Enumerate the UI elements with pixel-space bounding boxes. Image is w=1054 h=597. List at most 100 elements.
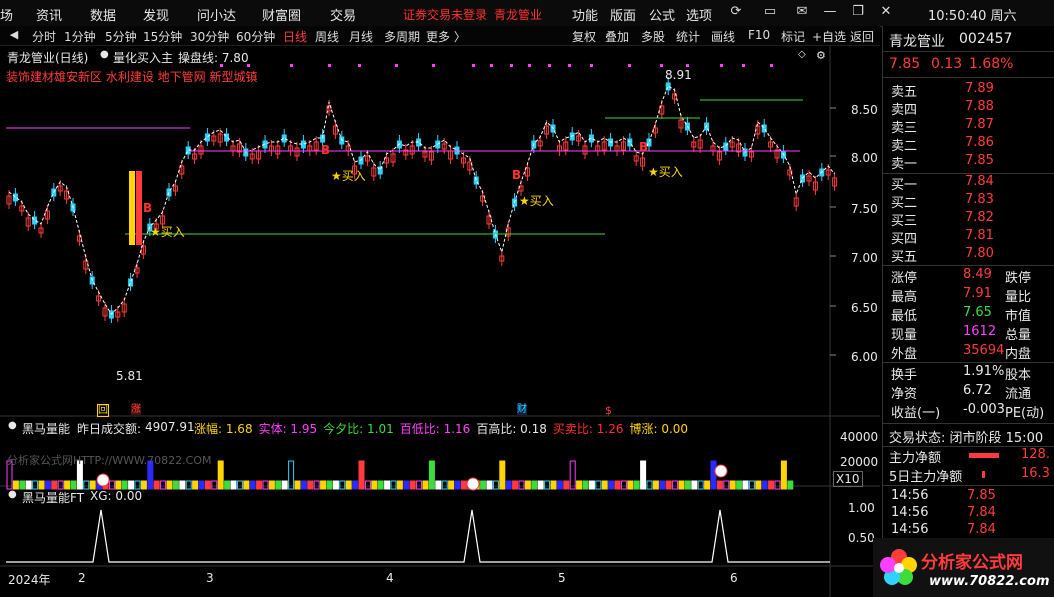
period-30min[interactable]: 30分钟 — [190, 28, 229, 45]
main-net-bar — [969, 453, 999, 458]
menu-item-function[interactable]: 功能 — [572, 5, 598, 24]
chart-area[interactable]: 青龙管业(日线) ● 量化买入主 操盘线: 7.80 装饰建材雄安新区 水利建设… — [0, 46, 880, 597]
chart-title: 青龙管业(日线) — [7, 51, 89, 65]
vol-multiplier[interactable]: X10 — [833, 471, 863, 487]
volume-bar — [755, 480, 762, 490]
chat-icon[interactable]: ▭ — [762, 4, 778, 20]
event-marker-finance[interactable]: 财 — [517, 404, 527, 415]
volume-bar — [652, 480, 659, 490]
vol-panel-name[interactable]: 黑马量能 — [22, 420, 70, 437]
menu-item-wealth[interactable]: 财富圈 — [262, 5, 301, 24]
quote-stats: 涨停 8.49 跌停 最高 7.91 量比 最低 7.65 市值 现量 1612 总量 外盘 35694 内… — [883, 266, 1054, 362]
volume-bar — [633, 480, 640, 490]
bid-row[interactable]: 买三 7.82 — [883, 209, 1054, 229]
minimize-icon[interactable]: — — [822, 4, 838, 20]
ask-row[interactable]: 卖五 7.89 — [883, 80, 1054, 100]
stat-label-right: 内盘 — [1005, 347, 1032, 362]
volume-bar — [236, 480, 243, 490]
volume-bar — [556, 480, 563, 490]
close-icon[interactable]: ✕ — [878, 4, 894, 20]
ft-panel-name[interactable]: 黑马量能FT — [22, 489, 84, 506]
add-watchlist-button[interactable]: +自选 — [812, 28, 846, 45]
tick-row: 14:56 7.84 — [883, 521, 1054, 539]
b-signal-3: B — [512, 168, 522, 182]
event-marker-return[interactable]: 回 — [97, 404, 109, 417]
period-60min[interactable]: 60分钟 — [236, 28, 275, 45]
refresh-icon[interactable]: ⟳ — [728, 4, 744, 20]
volume-bar — [697, 480, 704, 490]
bid-price: 7.81 — [965, 228, 994, 243]
restore-icon[interactable]: ❐ — [850, 4, 866, 20]
period-15min[interactable]: 15分钟 — [143, 28, 182, 45]
period-weekly[interactable]: 周线 — [315, 28, 339, 45]
current-stock-name: 青龙管业 — [494, 8, 543, 22]
stats-button[interactable]: 统计 — [676, 28, 700, 45]
menu-item-ask[interactable]: 问小达 — [197, 5, 236, 24]
ask-row[interactable]: 卖三 7.87 — [883, 116, 1054, 136]
adjust-button[interactable]: 复权 — [572, 28, 596, 45]
draw-button[interactable]: 画线 — [711, 28, 735, 45]
vol-panel-dot-icon[interactable]: ● — [8, 420, 17, 431]
period-intraday[interactable]: 分时 — [32, 28, 56, 45]
stat-label: 现量 — [891, 328, 918, 343]
mark-button[interactable]: 标记 — [781, 28, 805, 45]
buy-signal-4: ★买入 — [648, 165, 683, 179]
multi-stock-button[interactable]: 多股 — [641, 28, 665, 45]
event-marker-dividend[interactable]: $ — [605, 404, 612, 417]
logo-text: 分析家公式网 — [921, 553, 1023, 573]
menu-item-discover[interactable]: 发现 — [143, 5, 169, 24]
period-daily[interactable]: 日线 — [283, 28, 307, 45]
bid-row[interactable]: 买四 7.81 — [883, 227, 1054, 247]
event-marker-limit[interactable]: 涨 — [131, 404, 141, 415]
volume-bar — [595, 480, 602, 490]
diamond-icon[interactable]: ◇ — [798, 49, 806, 60]
ask-row[interactable]: 卖四 7.88 — [883, 98, 1054, 118]
kline-chart[interactable] — [0, 46, 880, 597]
buy-signal-1: ★买入 — [150, 225, 185, 239]
volume-bar — [243, 480, 250, 490]
period-multi[interactable]: 多周期 — [384, 28, 420, 45]
last-price: 7.85 — [889, 56, 921, 72]
menu-item-market[interactable]: 场 — [0, 5, 13, 24]
menu-item-trade[interactable]: 交易 — [330, 5, 356, 24]
xaxis-mar: 3 — [206, 571, 214, 585]
overlay-button[interactable]: 叠加 — [605, 28, 629, 45]
price-tick-800: 8.00 — [851, 151, 878, 165]
ft-xg-value: XG: 0.00 — [90, 489, 143, 503]
volume-bar — [396, 480, 403, 490]
menu-item-formula[interactable]: 公式 — [649, 5, 675, 24]
ask-row[interactable]: 卖一 7.85 — [883, 152, 1054, 172]
volume-bar — [422, 480, 429, 490]
period-1min[interactable]: 1分钟 — [64, 28, 96, 45]
stat-value: 8.49 — [963, 267, 992, 282]
volume-bar — [729, 480, 736, 490]
period-more[interactable]: 更多 〉 — [426, 28, 466, 45]
period-5min[interactable]: 5分钟 — [105, 28, 137, 45]
stat2-label: 换手 — [891, 368, 918, 383]
menu-item-news[interactable]: 资讯 — [36, 5, 62, 24]
ft-panel-dot-icon[interactable]: ● — [8, 489, 17, 500]
indicator-name[interactable]: 量化买入主 — [113, 49, 173, 66]
return-button[interactable]: 返回 — [850, 28, 874, 45]
menu-item-layout[interactable]: 版面 — [610, 5, 636, 24]
bid-row[interactable]: 买二 7.83 — [883, 191, 1054, 211]
bid-row[interactable]: 买一 7.84 — [883, 173, 1054, 193]
candle-body — [12, 193, 18, 202]
vol-stat-2: 今夕比: 1.01 — [323, 422, 394, 436]
volume-bar — [768, 480, 775, 490]
f10-button[interactable]: F10 — [748, 28, 770, 42]
stat2-label: 收益(一) — [891, 406, 941, 421]
back-arrow-icon[interactable]: ◀ — [6, 27, 22, 43]
menu-item-options[interactable]: 选项 — [686, 5, 712, 24]
period-monthly[interactable]: 月线 — [349, 28, 373, 45]
settings-icon[interactable]: ⚙ — [816, 49, 826, 62]
mail-icon[interactable]: ✉ — [794, 4, 810, 20]
ask-row[interactable]: 卖二 7.86 — [883, 134, 1054, 154]
concept-tags[interactable]: 装饰建材雄安新区 水利建设 地下管网 新型城镇 — [6, 68, 257, 85]
bid-row[interactable]: 买五 7.80 — [883, 245, 1054, 265]
price-tick-600: 6.00 — [851, 350, 878, 364]
indicator-dot-icon[interactable]: ● — [100, 49, 109, 60]
login-warning[interactable]: 证券交易未登录 — [403, 6, 487, 23]
volume-bar — [140, 480, 147, 490]
menu-item-data[interactable]: 数据 — [90, 5, 116, 24]
